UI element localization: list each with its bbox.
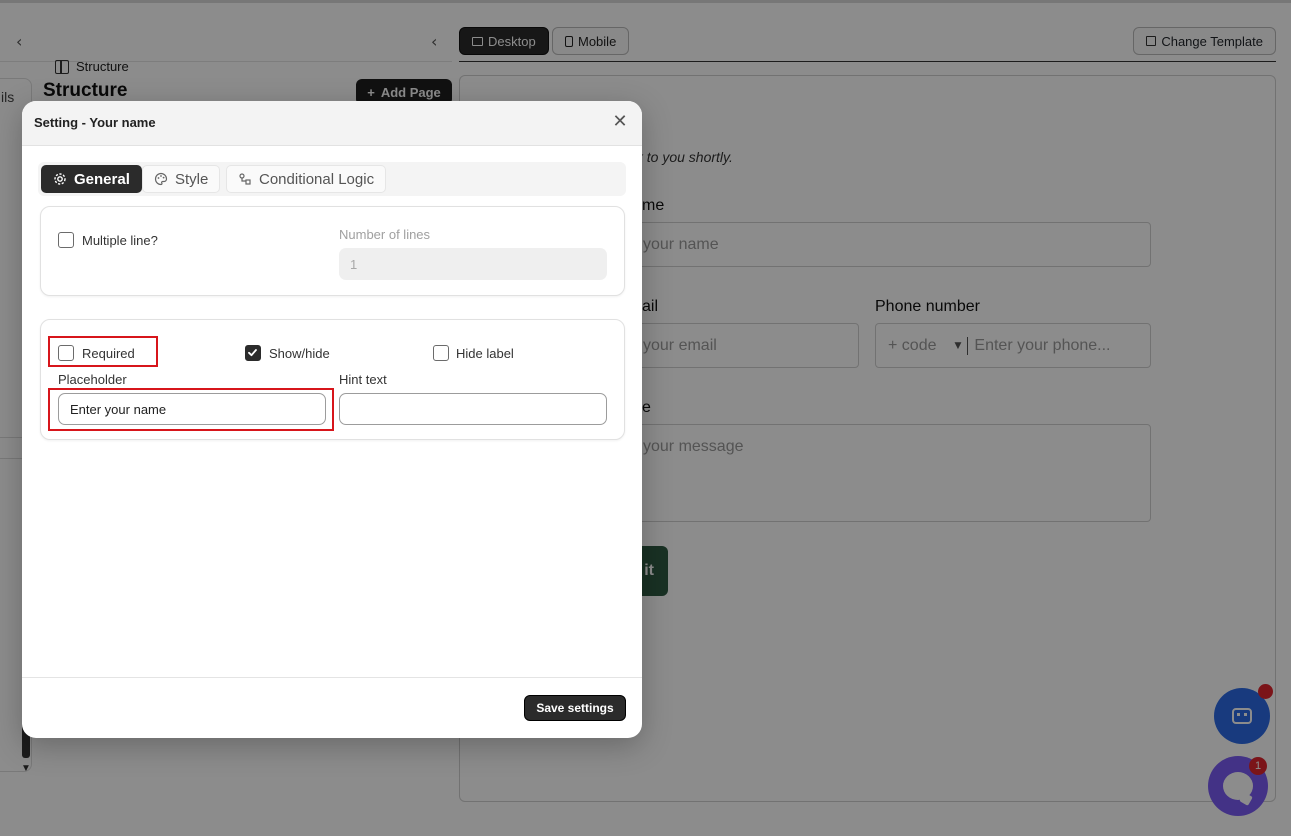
- tab-conditional-logic[interactable]: Conditional Logic: [226, 165, 387, 193]
- modal-title: Setting - Your name: [34, 115, 156, 130]
- palette-icon: [154, 172, 168, 186]
- multiline-settings-card: Multiple line? Number of lines 1: [40, 206, 625, 296]
- tab-style[interactable]: Style: [142, 165, 221, 193]
- modal-footer-divider: [22, 677, 642, 678]
- settings-tabs: General Style Conditional Logic: [38, 162, 626, 196]
- tab-general[interactable]: General: [41, 165, 142, 193]
- save-settings-button[interactable]: Save settings: [524, 695, 626, 721]
- hint-text-label: Hint text: [339, 372, 387, 387]
- tab-general-label: General: [74, 170, 130, 188]
- show-hide-checkbox[interactable]: [245, 345, 261, 361]
- modal-header: Setting - Your name ✕: [22, 101, 642, 146]
- tab-conditional-logic-label: Conditional Logic: [259, 170, 375, 188]
- multiple-line-label: Multiple line?: [82, 233, 158, 248]
- hide-label-checkbox[interactable]: [433, 345, 449, 361]
- number-of-lines-value: 1: [350, 256, 358, 272]
- gear-icon: [54, 173, 66, 185]
- required-highlight: [48, 336, 158, 367]
- placeholder-highlight: [48, 388, 334, 431]
- save-settings-label: Save settings: [536, 701, 614, 715]
- multiple-line-checkbox[interactable]: [58, 232, 74, 248]
- placeholder-label: Placeholder: [58, 372, 127, 387]
- tab-style-label: Style: [175, 170, 209, 188]
- check-icon: [248, 349, 257, 357]
- hide-label-label: Hide label: [456, 346, 514, 361]
- settings-modal: Setting - Your name ✕ General Style Cond…: [22, 101, 642, 738]
- close-icon[interactable]: ✕: [610, 111, 630, 133]
- show-hide-label: Show/hide: [269, 346, 330, 361]
- logic-icon: [239, 173, 251, 185]
- hint-text-input[interactable]: [339, 393, 607, 425]
- number-of-lines-label: Number of lines: [339, 227, 431, 242]
- number-of-lines-input[interactable]: 1: [339, 248, 607, 280]
